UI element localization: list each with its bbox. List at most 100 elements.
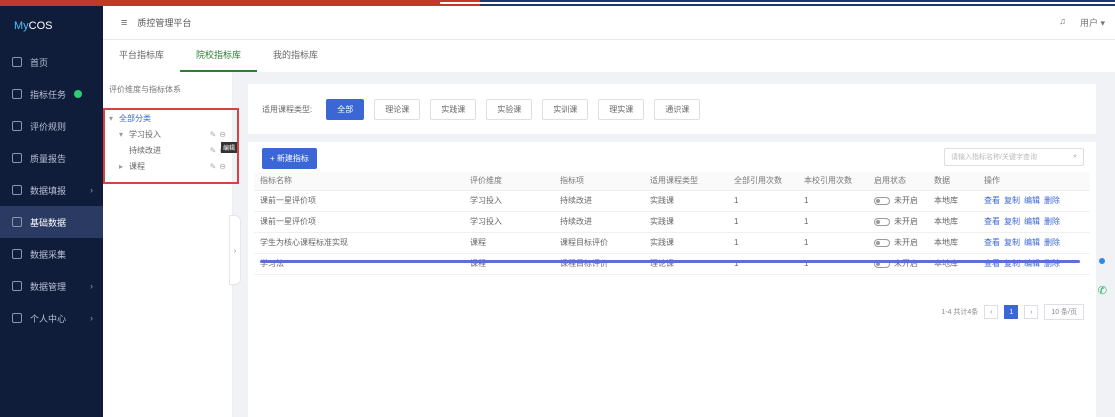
tab-my-library[interactable]: 我的指标库 (257, 40, 334, 72)
cell-local-refs: 1 (798, 211, 868, 233)
sidebar-item-label: 数据采集 (30, 249, 67, 260)
col-header[interactable]: 数据 (928, 172, 978, 191)
view-link[interactable]: 查看 (984, 238, 1000, 247)
filter-chip-experiment[interactable]: 实验课 (486, 98, 533, 120)
horizontal-scrollbar[interactable] (260, 260, 1080, 263)
edit-link[interactable]: 编辑 (1024, 196, 1040, 205)
status-label: 未开启 (894, 217, 918, 226)
copy-link[interactable]: 复制 (1004, 217, 1020, 226)
tab-platform-library[interactable]: 平台指标库 (103, 40, 180, 72)
edit-link[interactable]: 编辑 (1024, 238, 1040, 247)
tree-node-learning[interactable]: ▾ 学习投入 ✎⊖ (105, 126, 237, 142)
tree-node-label: 课程 (129, 161, 145, 171)
sidebar-item-label: 指标任务 (30, 89, 67, 100)
col-header: 启用状态 (868, 172, 928, 191)
status-label: 未开启 (894, 196, 918, 205)
table-header-row: 指标名称 评价维度 指标项 适用课程类型 全部引用次数 本校引用次数 启用状态 … (254, 172, 1090, 191)
delete-link[interactable]: 删除 (1044, 196, 1060, 205)
search-placeholder: 请输入指标名称/关键字查询 (951, 154, 1037, 161)
view-link[interactable]: 查看 (984, 196, 1000, 205)
filter-chip-theory[interactable]: 理论课 (374, 98, 421, 120)
sidebar-item-profile[interactable]: 个人中心 › (0, 302, 103, 334)
cell-total-refs: 1 (728, 211, 798, 233)
sidebar-item-reports[interactable]: 质量报告 (0, 142, 103, 174)
chart-icon (12, 249, 22, 259)
next-page-button[interactable]: › (1024, 305, 1039, 319)
filter-chip-integrated[interactable]: 理实课 (598, 98, 645, 120)
col-header: 适用课程类型 (644, 172, 728, 191)
logo-suffix: COS (28, 20, 53, 32)
course-type-filter: 适用课程类型: 全部 理论课 实践课 实验课 实训课 理实课 通识课 (248, 84, 1096, 134)
header-right-tools: ♫ 用户 ▾ (1059, 16, 1105, 29)
cell-status: 未开启 (868, 253, 928, 275)
help-dot-icon[interactable] (1099, 258, 1105, 264)
copy-link[interactable]: 复制 (1004, 238, 1020, 247)
sidebar-item-manage[interactable]: 数据管理 › (0, 270, 103, 302)
tree-node-label: 学习投入 (129, 129, 161, 139)
col-header: 评价维度 (464, 172, 554, 191)
sidebar-item-collect[interactable]: 数据采集 (0, 238, 103, 270)
col-header: 指标名称 (254, 172, 464, 191)
col-header[interactable]: 本校引用次数 (798, 172, 868, 191)
sidebar: My COS 首页 指标任务 评价规则 质量报告 数据填报 › 基础数据 数据采集 … (0, 6, 103, 417)
cell-dimension: 学习投入 (464, 190, 554, 212)
chevron-right-icon: › (90, 185, 93, 195)
user-menu[interactable]: 用户 ▾ (1080, 16, 1105, 29)
col-header: 指标项 (554, 172, 644, 191)
menu-toggle-icon[interactable]: ≡ (121, 17, 127, 29)
tree-node-label: 全部分类 (119, 113, 151, 123)
sidebar-item-home[interactable]: 首页 (0, 46, 103, 78)
filter-chip-all[interactable]: 全部 (326, 98, 365, 120)
sidebar-item-basic-data[interactable]: 基础数据 (0, 206, 103, 238)
status-toggle[interactable] (874, 217, 890, 226)
search-icon[interactable]: ⌕ (1073, 153, 1077, 161)
caret-right-icon: ▸ (119, 161, 124, 171)
sidebar-item-label: 质量报告 (30, 153, 67, 164)
cell-dimension: 课程 (464, 232, 554, 254)
copy-link[interactable]: 复制 (1004, 196, 1020, 205)
sidebar-item-label: 个人中心 (30, 313, 67, 324)
cell-item: 持续改进 (554, 190, 644, 212)
status-toggle[interactable] (874, 238, 890, 247)
bell-icon[interactable]: ♫ (1059, 16, 1066, 29)
tree-node-all[interactable]: ▾ 全部分类 (105, 110, 237, 126)
view-link[interactable]: 查看 (984, 217, 1000, 226)
col-header[interactable]: 全部引用次数 (728, 172, 798, 191)
prev-page-button[interactable]: ‹ (984, 305, 999, 319)
status-toggle[interactable] (874, 196, 890, 205)
filter-chip-training[interactable]: 实训课 (542, 98, 589, 120)
sidebar-item-tasks[interactable]: 指标任务 (0, 78, 103, 110)
cell-data: 本地库 (928, 232, 978, 254)
sidebar-item-rules[interactable]: 评价规则 (0, 110, 103, 142)
pagination: 1-4 共计4条 ‹ 1 › 10 条/页 (941, 304, 1084, 320)
tree-node-course[interactable]: ▸ 课程 ✎⊖ (105, 158, 237, 174)
indicator-table-card: + 新建指标 请输入指标名称/关键字查询 ⌕ 指标名称 评价维度 指标项 适用课… (248, 142, 1096, 417)
table-row: 学生为核心课程标准实现 课程 课程目标评价 实践课 1 1 未开启 本地库 查看… (254, 232, 1090, 254)
filter-chip-practice[interactable]: 实践课 (430, 98, 477, 120)
tree-node-improve[interactable]: 持续改进 ✎⊖ 编辑 (105, 142, 237, 158)
user-icon (12, 313, 22, 323)
phone-icon[interactable]: ✆ (1098, 284, 1107, 297)
cell-course-type: 实践课 (644, 190, 728, 212)
search-input[interactable]: 请输入指标名称/关键字查询 ⌕ (944, 148, 1084, 166)
delete-link[interactable]: 删除 (1044, 217, 1060, 226)
delete-link[interactable]: 删除 (1044, 238, 1060, 247)
sidebar-item-label: 数据填报 (30, 185, 67, 196)
app-logo[interactable]: My COS (0, 6, 103, 46)
cell-name: 课前一星评价项 (254, 211, 464, 233)
form-icon (12, 185, 22, 195)
edit-link[interactable]: 编辑 (1024, 217, 1040, 226)
tree-node-actions[interactable]: ✎⊖ (210, 162, 229, 171)
tab-school-library[interactable]: 院校指标库 (180, 40, 258, 72)
cell-item: 课程目标评价 (554, 253, 644, 275)
filter-chip-general[interactable]: 通识课 (654, 98, 701, 120)
sidebar-item-fill[interactable]: 数据填报 › (0, 174, 103, 206)
cell-course-type: 实践课 (644, 232, 728, 254)
filter-icon (12, 281, 22, 291)
page-button-current[interactable]: 1 (1004, 305, 1019, 319)
user-label: 用户 (1079, 18, 1098, 28)
cell-total-refs: 1 (728, 253, 798, 275)
page-size-select[interactable]: 10 条/页 (1044, 304, 1084, 320)
add-indicator-button[interactable]: + 新建指标 (262, 148, 317, 169)
tree-node-actions[interactable]: ✎⊖ (210, 130, 229, 139)
